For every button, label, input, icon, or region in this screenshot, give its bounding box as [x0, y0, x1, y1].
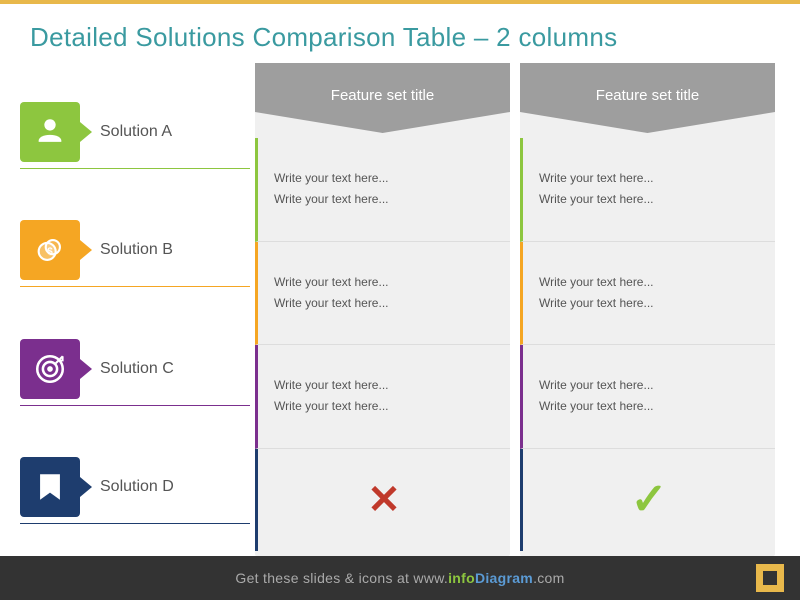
page-header: Detailed Solutions Comparison Table – 2 …	[0, 0, 800, 63]
coins-icon: $	[33, 233, 67, 267]
solution-icon-a	[20, 102, 80, 162]
check-icon: ✓	[631, 465, 668, 535]
feature-col-1-cell-b: Write your text here... Write your text …	[255, 242, 510, 346]
feature-col-2-cell-b: Write your text here... Write your text …	[520, 242, 775, 346]
feature-col-1: Feature set title Write your text here..…	[255, 63, 510, 556]
solution-label-b: Solution B	[100, 241, 173, 259]
footer-icon-inner	[763, 571, 777, 585]
page-title: Detailed Solutions Comparison Table – 2 …	[30, 22, 770, 53]
main-container: Detailed Solutions Comparison Table – 2 …	[0, 0, 800, 600]
footer-brand-name: Diagram	[475, 570, 533, 586]
solution-divider-a	[20, 168, 250, 169]
svg-text:$: $	[47, 247, 53, 258]
feature-col-1-cell-a: Write your text here... Write your text …	[255, 138, 510, 242]
feature-text-1b: Write your text here... Write your text …	[274, 273, 389, 313]
feature-col-1-cell-c: Write your text here... Write your text …	[255, 345, 510, 449]
solution-label-d: Solution D	[100, 478, 174, 496]
solution-row-c: Solution C	[20, 324, 250, 414]
feature-col-1-header: Feature set title	[255, 63, 510, 133]
solution-icon-b: $	[20, 220, 80, 280]
solutions-column: Solution A $ Solution B	[20, 63, 250, 556]
solution-row-a: Solution A	[20, 87, 250, 177]
solution-label-c: Solution C	[100, 360, 174, 378]
solution-row-d: Solution D	[20, 442, 250, 532]
footer-brand-highlight: info	[448, 570, 475, 586]
content-area: Solution A $ Solution B	[0, 63, 800, 556]
feature-col-2-body: Write your text here... Write your text …	[520, 133, 775, 556]
solution-row-b: $ Solution B	[20, 205, 250, 295]
footer: Get these slides & icons at www.infoDiag…	[0, 556, 800, 600]
footer-text: Get these slides & icons at www.infoDiag…	[235, 570, 564, 586]
feature-col-2-cell-c: Write your text here... Write your text …	[520, 345, 775, 449]
solution-label-a: Solution A	[100, 123, 172, 141]
solution-divider-d	[20, 523, 250, 524]
feature-text-2b: Write your text here... Write your text …	[539, 273, 654, 313]
solution-icon-d	[20, 457, 80, 517]
features-area: Feature set title Write your text here..…	[250, 63, 780, 556]
solution-icon-c	[20, 339, 80, 399]
cross-icon: ✕	[367, 468, 401, 532]
solution-divider-b	[20, 286, 250, 287]
person-icon	[33, 115, 67, 149]
feature-col-2-cell-a: Write your text here... Write your text …	[520, 138, 775, 242]
feature-text-2c: Write your text here... Write your text …	[539, 376, 654, 416]
footer-logo-icon	[756, 564, 784, 592]
solution-divider-c	[20, 405, 250, 406]
feature-col-2: Feature set title Write your text here..…	[520, 63, 775, 556]
feature-col-1-body: Write your text here... Write your text …	[255, 133, 510, 556]
feature-col-1-cell-d: ✕	[255, 449, 510, 552]
bookmark-icon	[33, 470, 67, 504]
feature-col-2-cell-d: ✓	[520, 449, 775, 552]
feature-text-1c: Write your text here... Write your text …	[274, 376, 389, 416]
feature-text-2a: Write your text here... Write your text …	[539, 169, 654, 209]
feature-col-2-header: Feature set title	[520, 63, 775, 133]
target-icon	[33, 352, 67, 386]
feature-text-1a: Write your text here... Write your text …	[274, 169, 389, 209]
